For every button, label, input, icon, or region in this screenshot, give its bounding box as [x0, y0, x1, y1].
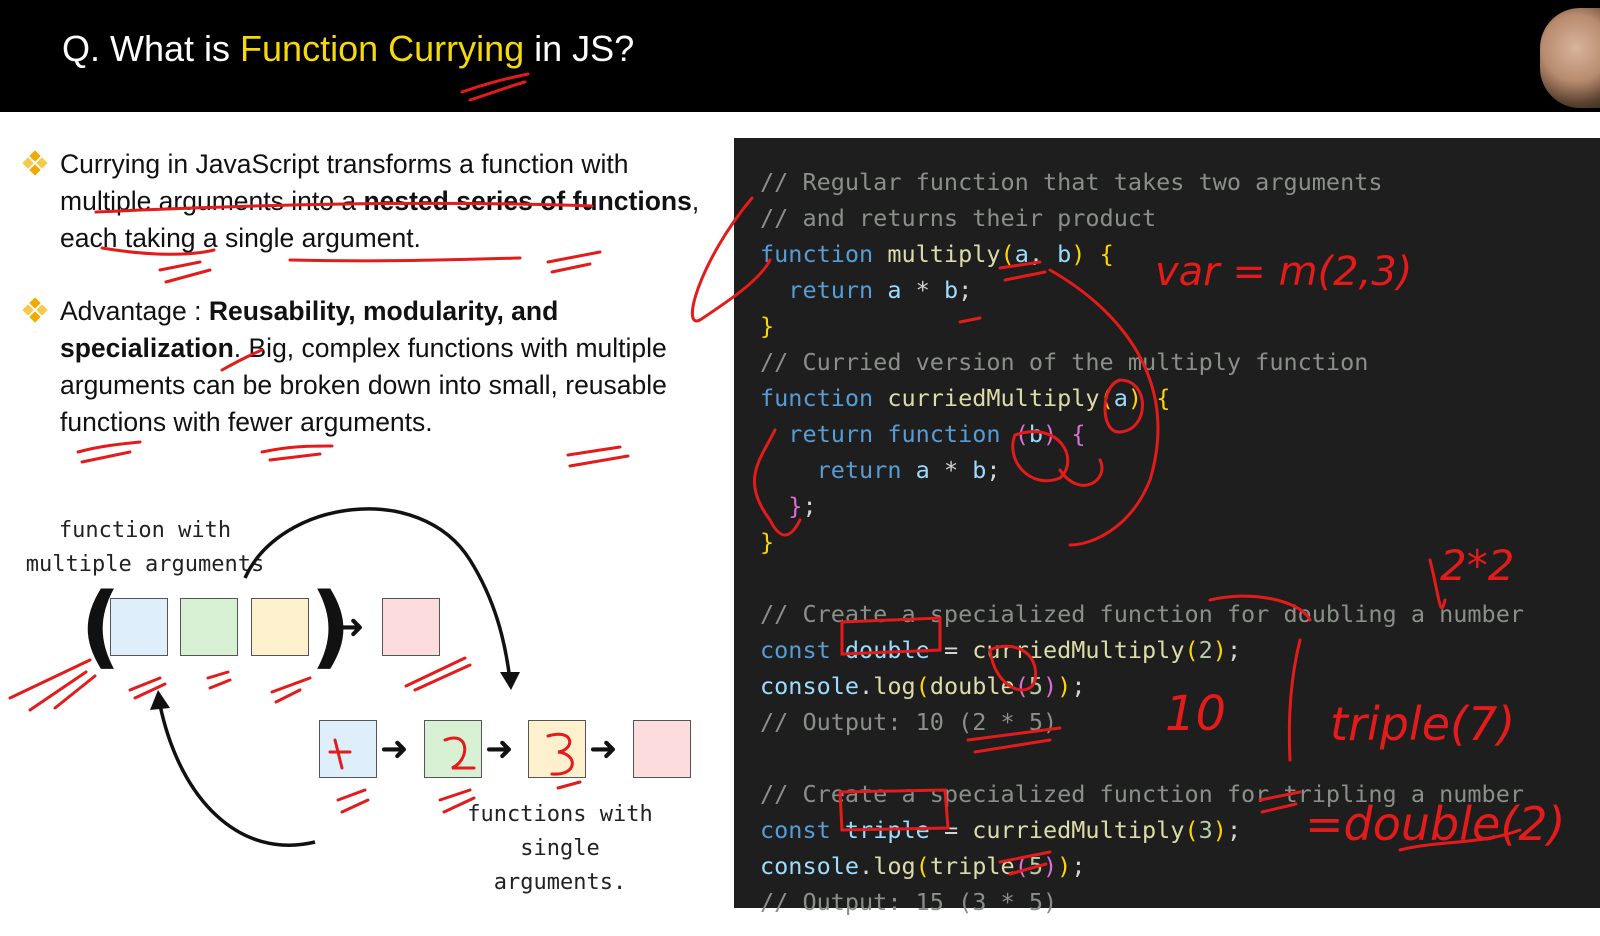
- currying-diagram: function with multiple arguments ( ) ➜ ➜…: [0, 500, 720, 900]
- code-comment: // Regular function that takes two argum…: [760, 168, 1383, 196]
- code-param: b: [1028, 420, 1043, 448]
- code-variable: double: [929, 672, 1015, 700]
- code-function-name: log: [873, 672, 916, 700]
- bullet-item-advantage: Advantage : Reusability, modularity, and…: [22, 293, 712, 441]
- code-param: a: [887, 276, 902, 304]
- code-function-name: log: [873, 852, 916, 880]
- code-variable: triple: [929, 852, 1015, 880]
- bullet-list: Currying in JavaScript transforms a func…: [22, 146, 712, 441]
- code-comment: // Curried version of the multiply funct…: [760, 348, 1369, 376]
- code-function-name: multiply: [887, 240, 1001, 268]
- code-object: console: [760, 852, 860, 880]
- title-prefix: Q. What is: [62, 28, 241, 69]
- diamond-bullet-icon: [22, 150, 48, 176]
- code-comment: // and returns their product: [760, 204, 1157, 232]
- bullet-item-currying: Currying in JavaScript transforms a func…: [22, 146, 712, 257]
- code-function-name: curriedMultiply: [972, 636, 1185, 664]
- code-object: console: [760, 672, 860, 700]
- code-comment: // Create a specialized function for dou…: [760, 600, 1525, 628]
- code-keyword: const: [760, 816, 831, 844]
- code-keyword: function: [760, 384, 874, 412]
- code-variable: triple: [844, 816, 930, 844]
- presenter-avatar: [1540, 8, 1600, 108]
- code-keyword: function: [760, 240, 874, 268]
- bullet-bold: nested series of functions: [363, 186, 692, 216]
- code-param: a: [915, 456, 930, 484]
- code-keyword: return: [816, 456, 902, 484]
- code-function-name: curriedMultiply: [972, 816, 1185, 844]
- code-keyword: return: [788, 276, 874, 304]
- code-function-name: curriedMultiply: [887, 384, 1100, 412]
- diamond-bullet-icon: [22, 297, 48, 323]
- code-param: a: [1014, 240, 1029, 268]
- code-comment: // Output: 15 (3 * 5): [760, 888, 1058, 916]
- code-block: // Regular function that takes two argum…: [760, 168, 1525, 916]
- slide-title: Q. What is Function Currying in JS?: [62, 28, 634, 70]
- code-comment: // Output: 10 (2 * 5): [760, 708, 1058, 736]
- code-variable: double: [844, 636, 930, 664]
- bullet-text: Advantage :: [60, 296, 209, 326]
- code-keyword: const: [760, 636, 831, 664]
- code-comment: // Create a specialized function for tri…: [760, 780, 1525, 808]
- header-bar: Q. What is Function Currying in JS?: [0, 0, 1600, 112]
- title-highlight: Function Currying: [240, 28, 525, 69]
- code-keyword: return: [788, 420, 874, 448]
- code-param: b: [943, 276, 959, 304]
- code-keyword: function: [887, 420, 1001, 448]
- code-panel: // Regular function that takes two argum…: [734, 138, 1600, 916]
- code-param: b: [972, 456, 987, 484]
- code-param: b: [1057, 240, 1072, 268]
- diagram-curved-arrows: [150, 507, 520, 847]
- code-param: a: [1113, 384, 1128, 412]
- title-suffix: in JS?: [524, 28, 635, 69]
